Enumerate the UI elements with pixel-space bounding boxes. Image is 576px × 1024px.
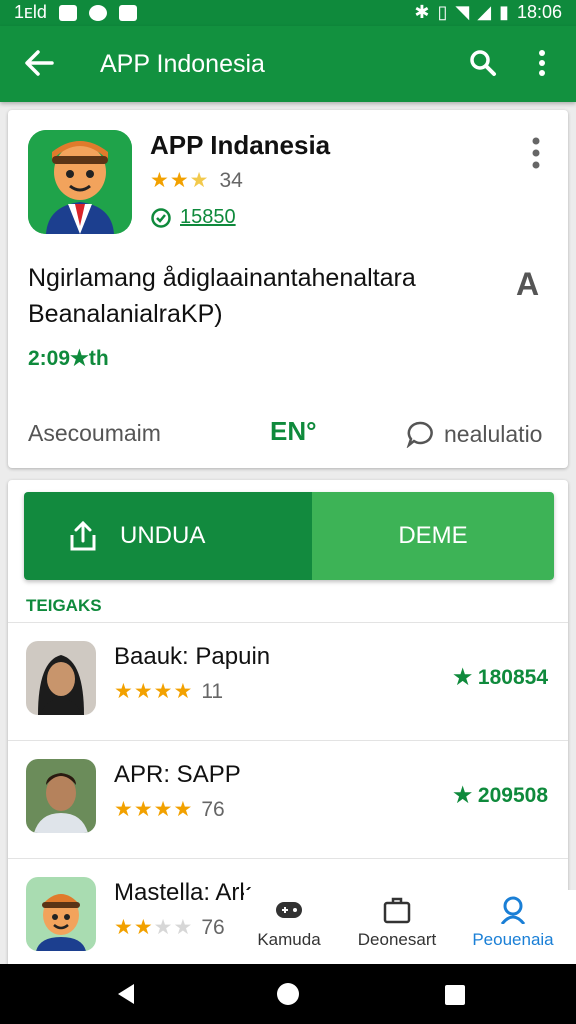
briefcase-icon <box>382 896 412 924</box>
back-arrow-icon[interactable] <box>22 46 56 86</box>
app-name: APP Indanesia <box>150 130 331 160</box>
avatar <box>26 877 96 951</box>
list-item-count: ★ 180854 <box>453 666 548 689</box>
star-rating-icon: ★★★★ <box>114 916 194 939</box>
app-rating: ★★★ 34 <box>150 168 243 193</box>
nav-label: Kamuda <box>257 930 321 949</box>
bottom-navigation: Kamuda Deonesart Peouenaia <box>244 890 576 964</box>
download-icon <box>151 207 171 228</box>
language-badge[interactable]: EN° <box>270 416 317 447</box>
person-icon <box>498 896 528 925</box>
text-size-icon[interactable]: A <box>516 266 539 303</box>
avatar <box>26 759 96 833</box>
app-more-icon[interactable] <box>528 136 544 170</box>
gamepad-icon <box>274 896 304 924</box>
app-description: Ngirlamang ådiglaainantahenaltara Beanal… <box>28 264 416 328</box>
app-icon[interactable] <box>28 130 132 234</box>
download-button-label: UNDUA <box>120 522 206 549</box>
nav-item-deonesart[interactable]: Deonesart <box>342 896 452 950</box>
list-item-rating: ★★★★ 76 <box>114 915 225 940</box>
app-rating-text: 34 <box>219 168 243 192</box>
wifi-icon: ◥ <box>455 2 470 22</box>
list-item-count-text: 180854 <box>477 666 548 689</box>
app-score: 2:09★th <box>28 347 109 370</box>
download-count-text: 15850 <box>180 206 236 228</box>
home-icon[interactable] <box>276 982 300 1006</box>
back-icon[interactable] <box>114 982 138 1006</box>
done-button-label: DEME <box>398 522 468 549</box>
star-rating-icon: ★★★★ <box>114 798 194 821</box>
nav-label: Deonesart <box>357 930 437 949</box>
page-title: APP Indonesia <box>100 50 265 78</box>
nav-item-kamuda[interactable]: Kamuda <box>234 896 344 950</box>
list-item-title: Baauk: Papuin <box>114 643 271 670</box>
app-bar: APP Indonesia <box>0 26 576 102</box>
list-item[interactable]: Baauk: Papuin ★★★★ 11 ★ 180854 <box>8 622 568 741</box>
done-button[interactable]: DEME <box>312 492 554 580</box>
meta-left[interactable]: Asecoumaim <box>28 420 161 447</box>
section-title: TEIGAKS <box>26 596 102 615</box>
share-upload-icon <box>70 520 96 551</box>
list-item-rating-text: 11 <box>201 679 224 703</box>
list-item-rating: ★★★★ 76 <box>114 797 225 822</box>
list-item-rating-text: 76 <box>201 915 225 939</box>
list-item-count-text: 209508 <box>477 784 548 807</box>
vibrate-icon: ▯ <box>437 2 448 22</box>
star-rating-icon: ★★★★ <box>114 680 194 703</box>
recents-icon[interactable] <box>444 984 466 1006</box>
overflow-menu-icon[interactable] <box>530 48 554 78</box>
bluetooth-icon: ✱ <box>414 2 430 22</box>
nav-label: Peouenaia <box>472 930 554 949</box>
star-rating-icon: ★★★ <box>150 169 210 192</box>
list-item-rating-text: 76 <box>201 797 225 821</box>
list-item-title: APR: SAPP <box>114 761 241 788</box>
location-icon <box>88 4 107 21</box>
battery-icon: ▮ <box>499 2 509 22</box>
download-button[interactable]: UNDUA <box>24 492 312 580</box>
image-icon <box>58 4 77 21</box>
photo-icon <box>118 4 137 21</box>
list-item[interactable]: APR: SAPP ★★★★ 76 ★ 209508 <box>8 740 568 859</box>
list-item-count: ★ 209508 <box>453 784 548 807</box>
action-button-row: UNDUA DEME <box>24 492 554 580</box>
status-bar: 1ᴇld ✱ ▯ ◥ ◢ ▮ 18:06 <box>0 0 576 26</box>
app-detail-card: APP Indanesia ★★★ 34 15850 Ngirlamang åd… <box>8 110 568 468</box>
signal-icon: ◢ <box>477 2 492 22</box>
comment-link-text: nealulatio <box>444 420 543 447</box>
status-left-text: 1ᴇld <box>14 2 47 22</box>
nav-item-peouenaia[interactable]: Peouenaia <box>458 896 568 950</box>
download-count[interactable]: 15850 <box>150 206 236 229</box>
system-navigation-bar <box>0 964 576 1024</box>
comment-link[interactable]: nealulatio <box>406 420 542 448</box>
comment-icon <box>406 421 433 448</box>
status-time: 18:06 <box>516 2 562 22</box>
list-item-title: Mastella: Ark <box>114 879 252 906</box>
avatar <box>26 641 96 715</box>
list-item-rating: ★★★★ 11 <box>114 679 223 704</box>
search-icon[interactable] <box>468 48 498 78</box>
